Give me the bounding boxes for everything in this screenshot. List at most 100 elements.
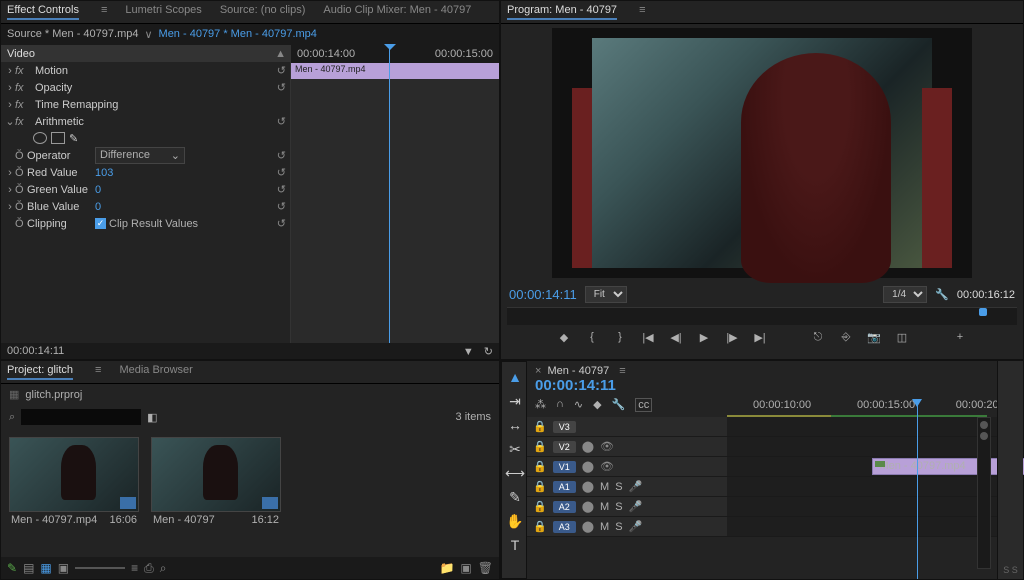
twirl-down-icon[interactable]: ⌄ — [5, 115, 15, 128]
solo-button[interactable]: S — [615, 521, 622, 533]
lock-icon[interactable]: 🔒 — [533, 440, 547, 453]
track-label[interactable]: A1 — [553, 481, 576, 493]
lock-icon[interactable]: 🔒 — [533, 520, 547, 533]
panel-menu-icon[interactable]: ≡ — [639, 4, 645, 20]
type-tool-icon[interactable]: T — [506, 536, 524, 554]
lift-icon[interactable]: ⎋ — [809, 331, 827, 344]
filter-icon[interactable]: ▼ — [463, 346, 474, 358]
reset-icon[interactable]: ↺ — [266, 166, 286, 179]
timeline-ruler[interactable]: 00:00:10:00 00:00:15:00 00:00:20:00 — [727, 399, 987, 415]
lock-icon[interactable]: 🔒 — [533, 460, 547, 473]
program-scrubber[interactable] — [507, 307, 1017, 325]
sequence-thumbnail[interactable] — [151, 437, 281, 512]
track-select-tool-icon[interactable]: ⇥ — [506, 392, 524, 410]
record-icon[interactable]: ⬤ — [582, 480, 594, 493]
tab-audio-mixer[interactable]: Audio Clip Mixer: Men - 40797 — [323, 4, 471, 20]
lock-icon[interactable]: 🔒 — [533, 500, 547, 513]
fit-dropdown[interactable]: Fit — [585, 286, 627, 303]
zoom-slider[interactable] — [75, 567, 125, 569]
mute-button[interactable]: M — [600, 521, 609, 533]
list-view-icon[interactable]: ▤ — [23, 561, 34, 575]
mute-button[interactable]: M — [600, 501, 609, 513]
record-icon[interactable]: ⬤ — [582, 440, 594, 453]
add-marker-icon[interactable]: ◆ — [555, 331, 573, 344]
project-search-input[interactable] — [21, 409, 141, 425]
clip-name-label[interactable]: Men - 40797.mp4 — [11, 514, 97, 526]
write-toggle-icon[interactable]: ✎ — [7, 561, 17, 575]
pen-tool-icon[interactable]: ✎ — [506, 488, 524, 506]
bin-item[interactable]: Men - 40797.mp416:06 — [9, 437, 139, 528]
timeline-timecode[interactable]: 00:00:14:11 — [535, 377, 989, 394]
reset-icon[interactable]: ↺ — [266, 217, 286, 230]
new-item-icon[interactable]: ▣ — [460, 561, 471, 575]
twirl-icon[interactable]: › — [5, 65, 15, 77]
panel-menu-icon[interactable]: ≡ — [619, 365, 625, 377]
step-forward-icon[interactable]: |▶ — [723, 331, 741, 344]
solo-button[interactable]: S — [615, 481, 622, 493]
fx-badge-icon[interactable]: fx — [15, 82, 33, 94]
mark-out-icon[interactable]: } — [611, 331, 629, 344]
stopwatch-icon[interactable]: Ŏ — [15, 150, 25, 162]
mark-in-icon[interactable]: { — [583, 331, 601, 344]
mute-button[interactable]: M — [600, 481, 609, 493]
track-lane[interactable] — [727, 517, 997, 536]
loop-icon[interactable]: ↻ — [484, 346, 493, 358]
rect-mask-icon[interactable] — [51, 132, 65, 144]
track-label[interactable]: A2 — [553, 501, 576, 513]
twirl-icon[interactable]: › — [5, 184, 15, 196]
stopwatch-icon[interactable]: Ŏ — [15, 218, 25, 230]
selection-tool-icon[interactable]: ▲ — [506, 368, 524, 386]
export-frame-icon[interactable]: 📷 — [865, 331, 883, 344]
linked-selection-icon[interactable]: ∿ — [574, 398, 583, 412]
effect-opacity[interactable]: › fx Opacity ↺ — [1, 79, 290, 96]
extract-icon[interactable]: ⎆ — [837, 331, 855, 344]
track-lane[interactable]: Me — [727, 437, 997, 456]
tab-media-browser[interactable]: Media Browser — [119, 364, 192, 380]
track-label[interactable]: A3 — [553, 521, 576, 533]
close-seq-icon[interactable]: × — [535, 365, 541, 377]
snap-icon[interactable]: ∩ — [556, 398, 564, 412]
blue-value[interactable]: 0 — [95, 201, 175, 213]
razor-tool-icon[interactable]: ✂ — [506, 440, 524, 458]
sort-icon[interactable]: ≡ — [131, 561, 138, 575]
hand-tool-icon[interactable]: ✋ — [506, 512, 524, 530]
track-lane[interactable] — [727, 417, 997, 436]
operator-dropdown[interactable]: Difference⌄ — [95, 147, 185, 164]
effect-arithmetic[interactable]: ⌄ fx Arithmetic ↺ — [1, 113, 290, 130]
target-clip-label[interactable]: Men - 40797 * Men - 40797.mp4 — [159, 28, 317, 41]
eye-icon[interactable]: 👁 — [600, 440, 614, 453]
tab-source[interactable]: Source: (no clips) — [220, 4, 306, 20]
program-timecode[interactable]: 00:00:14:11 — [509, 287, 577, 302]
ellipse-mask-icon[interactable] — [33, 132, 47, 144]
reset-icon[interactable]: ↺ — [266, 64, 286, 77]
slip-tool-icon[interactable]: ⟷ — [506, 464, 524, 482]
voiceover-icon[interactable]: 🎤 — [629, 520, 643, 533]
reset-icon[interactable]: ↺ — [266, 149, 286, 162]
ripple-edit-tool-icon[interactable]: ↔ — [506, 416, 524, 434]
fx-badge-icon[interactable]: fx — [15, 116, 33, 128]
filter-bin-icon[interactable]: ◧ — [147, 411, 157, 424]
settings-icon[interactable]: 🔧 — [612, 398, 626, 412]
track-lane[interactable] — [727, 497, 997, 516]
reset-icon[interactable]: ↺ — [266, 200, 286, 213]
wrench-icon[interactable]: 🔧 — [935, 288, 949, 301]
clip-thumbnail[interactable] — [9, 437, 139, 512]
effect-motion[interactable]: › fx Motion ↺ — [1, 62, 290, 79]
scrub-position-icon[interactable] — [979, 308, 987, 316]
tab-project[interactable]: Project: glitch — [7, 364, 73, 380]
timeline-playhead[interactable] — [917, 399, 918, 579]
new-bin-icon[interactable]: 📁 — [439, 561, 454, 575]
clip-result-checkbox[interactable]: Clip Result Values — [95, 218, 198, 230]
solo-button[interactable]: S — [615, 501, 622, 513]
tab-program[interactable]: Program: Men - 40797 — [507, 4, 617, 20]
bin-item[interactable]: Men - 4079716:12 — [151, 437, 281, 528]
twirl-icon[interactable]: › — [5, 201, 15, 213]
track-label[interactable]: V1 — [553, 461, 576, 473]
sequence-tab[interactable]: Men - 40797 — [547, 365, 609, 377]
find-icon[interactable]: ⌕ — [160, 561, 167, 576]
button-editor-plus-icon[interactable]: + — [951, 331, 969, 344]
stopwatch-icon[interactable]: Ŏ — [15, 201, 25, 213]
stopwatch-icon[interactable]: Ŏ — [15, 184, 25, 196]
freeform-view-icon[interactable]: ▣ — [58, 561, 69, 575]
eye-icon[interactable]: 👁 — [600, 460, 614, 473]
